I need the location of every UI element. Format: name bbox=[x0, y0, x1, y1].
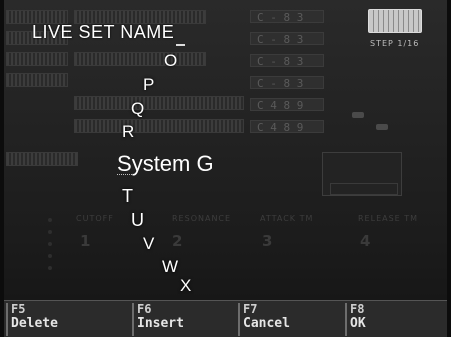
wheel-char[interactable]: U bbox=[131, 210, 144, 231]
wheel-char[interactable]: Q bbox=[131, 99, 144, 119]
selected-char[interactable]: S bbox=[117, 153, 132, 175]
param-label: RESONANCE bbox=[172, 214, 232, 223]
track-indicator bbox=[376, 124, 388, 130]
wheel-char[interactable]: R bbox=[122, 122, 134, 142]
fkey-number: F6 bbox=[137, 302, 152, 316]
track-note: C 4 8 9 bbox=[250, 98, 324, 112]
param-number: 3 bbox=[262, 232, 273, 250]
f8-ok-button[interactable]: F8 OK bbox=[345, 303, 447, 336]
param-label: ATTACK TM bbox=[260, 214, 314, 223]
track-strip bbox=[74, 52, 206, 66]
param-label: CUTOFF bbox=[76, 214, 114, 223]
wheel-char[interactable]: T bbox=[122, 186, 133, 207]
name-entry-field[interactable]: System G bbox=[117, 151, 214, 176]
track-strip bbox=[6, 152, 78, 166]
param-dot bbox=[48, 218, 52, 222]
track-indicator bbox=[352, 112, 364, 118]
track-strip bbox=[6, 73, 68, 87]
track-note: C - 8 3 bbox=[250, 10, 324, 24]
param-dot bbox=[48, 266, 52, 270]
param-number: 4 bbox=[360, 232, 371, 250]
keyboard-icon bbox=[368, 9, 422, 33]
param-dot bbox=[48, 230, 52, 234]
step-indicator: STEP 1/16 bbox=[370, 39, 420, 48]
track-note: C - 8 3 bbox=[250, 32, 324, 46]
fkey-label: Insert bbox=[137, 316, 184, 331]
track-note: C - 8 3 bbox=[250, 54, 324, 68]
wheel-char[interactable]: X bbox=[180, 276, 191, 296]
track-strip bbox=[74, 96, 244, 110]
param-dot bbox=[48, 254, 52, 258]
track-note: C 4 8 9 bbox=[250, 120, 324, 134]
fkey-number: F5 bbox=[11, 302, 26, 316]
f6-insert-button[interactable]: F6 Insert bbox=[132, 303, 238, 336]
name-text: ystem G bbox=[131, 151, 214, 176]
fkey-label: OK bbox=[350, 316, 366, 331]
wheel-char[interactable]: O bbox=[164, 51, 177, 71]
f5-delete-button[interactable]: F5 Delete bbox=[6, 303, 112, 336]
live-set-name-screen: C - 8 3 C - 8 3 C - 8 3 C - 8 3 C 4 8 9 … bbox=[4, 0, 447, 337]
param-label: RELEASE TM bbox=[358, 214, 419, 223]
param-number: 1 bbox=[80, 232, 91, 250]
background-panel bbox=[330, 183, 398, 195]
fkey-label: Delete bbox=[11, 316, 58, 331]
wheel-accent-mark bbox=[176, 44, 185, 49]
param-number: 2 bbox=[172, 232, 183, 250]
fkey-label: Cancel bbox=[243, 316, 290, 331]
track-note: C - 8 3 bbox=[250, 76, 324, 90]
track-strip bbox=[6, 52, 68, 66]
page-title: LIVE SET NAME bbox=[32, 22, 175, 42]
fkey-number: F8 bbox=[350, 302, 365, 316]
background-parameter-area: CUTOFF RESONANCE ATTACK TM RELEASE TM 1 … bbox=[40, 206, 440, 301]
wheel-char[interactable]: V bbox=[143, 234, 154, 254]
function-key-bar: F5 Delete F6 Insert F7 Cancel F8 OK bbox=[4, 300, 447, 337]
f7-cancel-button[interactable]: F7 Cancel bbox=[238, 303, 344, 336]
fkey-number: F7 bbox=[243, 302, 258, 316]
wheel-char[interactable]: P bbox=[143, 75, 154, 95]
track-strip bbox=[74, 119, 244, 133]
param-dot bbox=[48, 242, 52, 246]
wheel-char[interactable]: W bbox=[162, 257, 178, 277]
